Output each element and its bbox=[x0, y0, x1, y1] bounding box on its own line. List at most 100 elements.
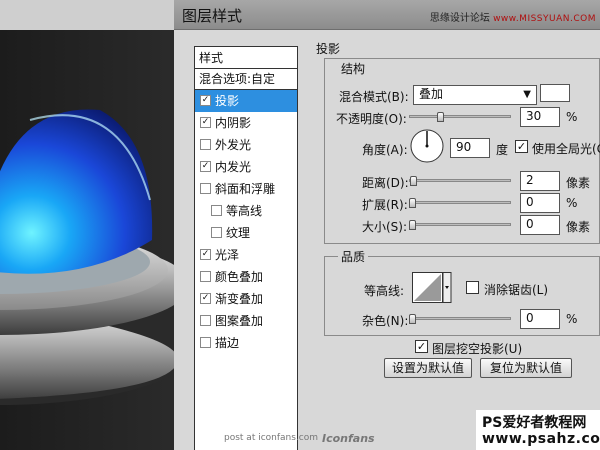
style-item-checkbox[interactable] bbox=[200, 139, 211, 150]
checkmark-icon: ✓ bbox=[416, 340, 427, 353]
dialog-title: 图层样式 bbox=[182, 7, 243, 25]
style-item[interactable]: ✓ 渐变叠加 bbox=[195, 288, 297, 310]
make-default-button[interactable]: 设置为默认值 bbox=[384, 358, 472, 378]
opacity-slider-thumb[interactable] bbox=[436, 112, 444, 122]
quality-title: 品质 bbox=[338, 248, 369, 265]
noise-slider-thumb[interactable] bbox=[409, 314, 416, 324]
style-item[interactable]: 颜色叠加 bbox=[195, 266, 297, 288]
global-light-checkbox[interactable]: ✓ bbox=[515, 140, 528, 153]
style-item-checkbox[interactable]: ✓ bbox=[200, 95, 211, 106]
style-item[interactable]: ✓ 投影 bbox=[195, 90, 297, 112]
style-item-label: 纹理 bbox=[226, 226, 251, 240]
watermark-logo: Iconfans bbox=[322, 432, 375, 445]
style-item[interactable]: 图案叠加 bbox=[195, 310, 297, 332]
distance-unit: 像素 bbox=[566, 176, 591, 190]
style-item[interactable]: 外发光 bbox=[195, 134, 297, 156]
noise-unit: % bbox=[566, 312, 578, 326]
style-item-checkbox[interactable]: ✓ bbox=[200, 161, 211, 172]
distance-slider-thumb[interactable] bbox=[410, 176, 417, 186]
style-item-label: 描边 bbox=[215, 336, 240, 350]
size-unit: 像素 bbox=[566, 220, 591, 234]
style-list: 样式 混合选项:自定 ✓ 投影 ✓ 内阴影外发光 ✓ 内发光斜面和浮雕等高线纹理 ✓ 光泽颜色… bbox=[194, 46, 298, 450]
distance-input[interactable]: 2 bbox=[520, 171, 560, 191]
site-watermark-cn: 思缘设计论坛 bbox=[429, 13, 490, 24]
style-item-checkbox[interactable]: ✓ bbox=[200, 117, 211, 128]
angle-dial[interactable] bbox=[409, 128, 445, 164]
spread-slider-thumb[interactable] bbox=[409, 198, 416, 208]
style-list-header[interactable]: 样式 bbox=[195, 47, 297, 69]
size-label: 大小(S): bbox=[362, 220, 408, 234]
style-item-checkbox[interactable] bbox=[200, 183, 211, 194]
opacity-label: 不透明度(O): bbox=[336, 112, 407, 126]
distance-label: 距离(D): bbox=[362, 176, 409, 190]
angle-label: 角度(A): bbox=[362, 143, 408, 157]
blend-options-item[interactable]: 混合选项:自定 bbox=[195, 69, 297, 90]
noise-label: 杂色(N): bbox=[362, 314, 409, 328]
knockout-label: 图层挖空投影(U) bbox=[432, 342, 523, 356]
blend-mode-label: 混合模式(B): bbox=[339, 90, 409, 104]
antialias-checkbox[interactable] bbox=[466, 281, 479, 294]
style-item-checkbox[interactable] bbox=[211, 205, 222, 216]
style-item-label: 光泽 bbox=[215, 248, 240, 262]
style-item-checkbox[interactable] bbox=[211, 227, 222, 238]
section-title: 投影 bbox=[316, 42, 341, 56]
watermark-text: post at iconfans.com bbox=[224, 433, 319, 443]
distance-slider[interactable] bbox=[409, 179, 511, 182]
style-item-label: 颜色叠加 bbox=[215, 270, 264, 284]
style-item-label: 图案叠加 bbox=[215, 314, 264, 328]
noise-input[interactable]: 0 bbox=[520, 309, 560, 329]
style-item-checkbox[interactable]: ✓ bbox=[200, 293, 211, 304]
style-item-checkbox[interactable]: ✓ bbox=[200, 249, 211, 260]
contour-picker[interactable] bbox=[412, 272, 452, 304]
style-item-checkbox[interactable] bbox=[200, 271, 211, 282]
size-input[interactable]: 0 bbox=[520, 215, 560, 235]
angle-unit: 度 bbox=[496, 143, 509, 157]
style-item[interactable]: ✓ 内阴影 bbox=[195, 112, 297, 134]
style-item[interactable]: ✓ 光泽 bbox=[195, 244, 297, 266]
contour-label: 等高线: bbox=[364, 284, 405, 298]
spread-unit: % bbox=[566, 196, 578, 210]
chevron-down-icon: ▼ bbox=[523, 89, 531, 100]
opacity-input[interactable]: 30 bbox=[520, 107, 560, 127]
layer-style-dialog: 图层样式 思缘设计论坛 www.MISSYUAN.COM 样式 混合选项:自定 … bbox=[174, 0, 600, 450]
brand-line-1: PS爱好者教程网 bbox=[482, 415, 587, 431]
style-item[interactable]: 纹理 bbox=[195, 222, 297, 244]
opacity-unit: % bbox=[566, 110, 578, 124]
angle-input[interactable]: 90 bbox=[450, 138, 490, 158]
site-watermark: 思缘设计论坛 www.MISSYUAN.COM bbox=[430, 9, 596, 24]
noise-slider[interactable] bbox=[409, 317, 511, 320]
bottom-watermark: post at iconfans.com Iconfans bbox=[0, 430, 420, 450]
style-item[interactable]: 描边 bbox=[195, 332, 297, 354]
size-slider[interactable] bbox=[409, 223, 511, 226]
style-item-label: 投影 bbox=[215, 94, 240, 108]
knockout-checkbox[interactable]: ✓ bbox=[415, 340, 428, 353]
global-light-label: 使用全局光(G bbox=[532, 142, 600, 156]
style-item-checkbox[interactable] bbox=[200, 337, 211, 348]
style-item-label: 内发光 bbox=[215, 160, 252, 174]
style-item-label: 渐变叠加 bbox=[215, 292, 264, 306]
reset-default-button[interactable]: 复位为默认值 bbox=[480, 358, 572, 378]
style-item[interactable]: 斜面和浮雕 bbox=[195, 178, 297, 200]
shadow-color-swatch[interactable] bbox=[540, 84, 570, 102]
antialias-label: 消除锯齿(L) bbox=[484, 283, 549, 297]
opacity-slider[interactable] bbox=[409, 115, 511, 118]
checkmark-icon: ✓ bbox=[516, 140, 527, 153]
style-item-label: 内阴影 bbox=[215, 116, 252, 130]
structure-title: 结构 bbox=[338, 60, 369, 77]
size-slider-thumb[interactable] bbox=[409, 220, 416, 230]
style-items: ✓ 投影 ✓ 内阴影外发光 ✓ 内发光斜面和浮雕等高线纹理 ✓ 光泽颜色叠加 ✓ 渐变叠加图案叠加… bbox=[195, 90, 297, 354]
style-item-checkbox[interactable] bbox=[200, 315, 211, 326]
blend-mode-select[interactable]: 叠加 ▼ bbox=[413, 85, 537, 105]
style-item-label: 外发光 bbox=[215, 138, 252, 152]
spread-input[interactable]: 0 bbox=[520, 193, 560, 213]
site-watermark-url: www.MISSYUAN.COM bbox=[493, 14, 596, 24]
brand-watermark: PS爱好者教程网 www.psahz.com bbox=[476, 410, 600, 450]
dialog-titlebar[interactable]: 图层样式 思缘设计论坛 www.MISSYUAN.COM bbox=[174, 0, 600, 30]
style-item-label: 斜面和浮雕 bbox=[215, 182, 276, 196]
style-item-label: 等高线 bbox=[226, 204, 263, 218]
brand-line-2: www.psahz.com bbox=[482, 431, 600, 447]
spread-slider[interactable] bbox=[409, 201, 511, 204]
style-item[interactable]: ✓ 内发光 bbox=[195, 156, 297, 178]
style-item[interactable]: 等高线 bbox=[195, 200, 297, 222]
spread-label: 扩展(R): bbox=[362, 198, 408, 212]
